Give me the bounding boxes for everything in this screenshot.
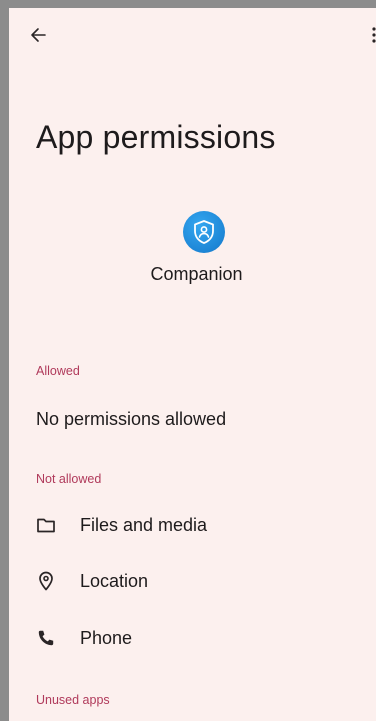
section-header-not-allowed: Not allowed	[36, 472, 102, 486]
permission-item-location[interactable]: Location	[36, 566, 148, 596]
app-name: Companion	[150, 264, 243, 284]
section-header-unused-apps: Unused apps	[36, 693, 110, 707]
no-permissions-allowed-text: No permissions allowed	[36, 409, 227, 429]
permission-label: Phone	[80, 627, 133, 648]
page-title: App permissions	[36, 119, 276, 155]
app-icon	[183, 211, 225, 253]
permission-label: Files and media	[80, 514, 208, 535]
more-vert-icon	[372, 27, 376, 43]
arrow-back-icon	[31, 28, 46, 42]
back-button[interactable]	[27, 24, 49, 46]
permission-label: Location	[80, 570, 149, 591]
folder-icon	[36, 515, 56, 535]
phone-icon	[36, 628, 56, 648]
shield-person-icon	[194, 220, 214, 244]
location-pin-icon	[36, 571, 56, 591]
permission-item-phone[interactable]: Phone	[36, 623, 132, 653]
permission-item-files-and-media[interactable]: Files and media	[36, 510, 207, 540]
more-options-button[interactable]	[370, 26, 376, 46]
app-permissions-screen: App permissions Companion Allowed No per…	[9, 8, 376, 721]
section-header-allowed: Allowed	[36, 364, 80, 378]
